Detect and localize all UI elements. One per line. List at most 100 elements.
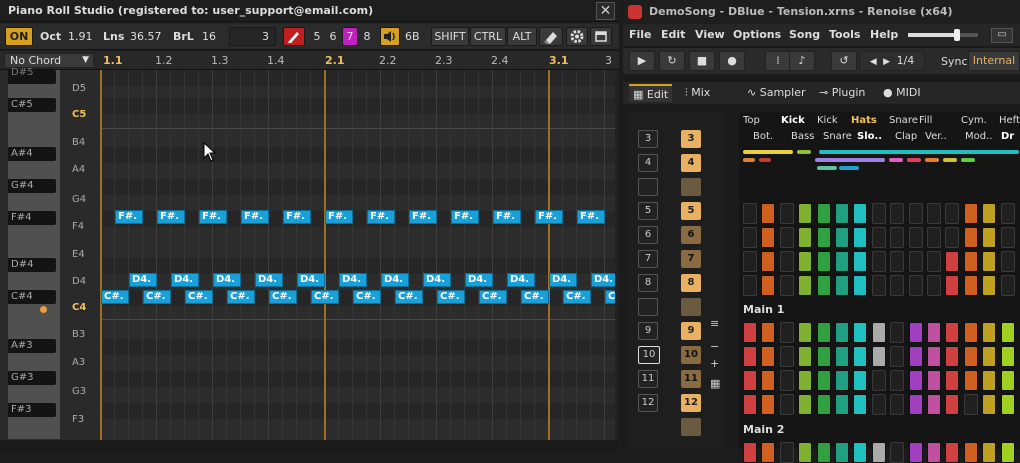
pattern-cell[interactable] bbox=[835, 346, 849, 367]
menu-help[interactable]: Help bbox=[870, 28, 898, 41]
pattern-cell[interactable] bbox=[982, 322, 997, 343]
pattern-cell[interactable] bbox=[945, 203, 960, 224]
note-d4[interactable]: D4. bbox=[423, 273, 451, 287]
pattern-number[interactable]: 10 bbox=[681, 346, 701, 364]
note-d4[interactable]: D4. bbox=[339, 273, 367, 287]
brl-value[interactable]: 16 bbox=[202, 27, 216, 46]
note-cs4[interactable]: C#. bbox=[563, 290, 591, 304]
pattern-cell[interactable] bbox=[761, 203, 776, 224]
pattern-cell[interactable] bbox=[816, 346, 831, 367]
pattern-cell[interactable] bbox=[853, 203, 868, 224]
volume-value[interactable]: 6B bbox=[405, 27, 420, 46]
pattern-cell[interactable] bbox=[816, 394, 831, 415]
pattern-cell[interactable] bbox=[853, 370, 868, 391]
lns-value[interactable]: 36.57 bbox=[130, 27, 162, 46]
on-toggle[interactable]: ON bbox=[5, 27, 33, 46]
pattern-cell[interactable] bbox=[963, 442, 978, 463]
note-fs4[interactable]: F#. bbox=[493, 210, 521, 224]
bar-ruler[interactable]: No Chord ▼ 1.1 1.2 1.3 1.4 2.1 2.2 2.3 2… bbox=[0, 52, 619, 70]
voice-6-button[interactable]: 6 bbox=[326, 27, 340, 46]
plus-icon[interactable]: + bbox=[710, 357, 722, 371]
black-key[interactable]: A#4 bbox=[8, 147, 56, 161]
pattern-cell[interactable] bbox=[927, 203, 941, 224]
pattern-number[interactable]: 12 bbox=[681, 394, 701, 412]
sync-select[interactable]: Internal bbox=[968, 51, 1020, 71]
pattern-cell[interactable] bbox=[890, 442, 905, 463]
pattern-cell[interactable] bbox=[835, 203, 849, 224]
pattern-cell[interactable] bbox=[945, 227, 960, 248]
black-key[interactable]: G#3 bbox=[8, 371, 56, 385]
note-cs4[interactable]: C#. bbox=[437, 290, 465, 304]
note-fs4[interactable]: F#. bbox=[535, 210, 563, 224]
pattern-cell[interactable] bbox=[963, 275, 978, 296]
note-fs4[interactable]: F#. bbox=[451, 210, 479, 224]
track-header[interactable]: Cym. bbox=[961, 115, 987, 126]
pattern-cell[interactable] bbox=[798, 442, 813, 463]
loop-icon[interactable]: ↻ bbox=[659, 51, 685, 71]
eraser-icon[interactable] bbox=[539, 27, 563, 46]
number-field[interactable]: 3 bbox=[229, 27, 276, 46]
pattern-cell[interactable] bbox=[779, 203, 794, 224]
pattern-cell[interactable] bbox=[908, 322, 923, 343]
note-cs4[interactable]: C#. bbox=[521, 290, 549, 304]
pattern-cell[interactable] bbox=[761, 370, 776, 391]
pattern-cell[interactable] bbox=[816, 322, 831, 343]
pattern-cell[interactable] bbox=[890, 370, 905, 391]
pattern-cell[interactable] bbox=[761, 442, 776, 463]
pattern-cell[interactable] bbox=[871, 370, 886, 391]
pattern-number[interactable]: 6 bbox=[681, 226, 701, 244]
pattern-cell[interactable] bbox=[945, 275, 960, 296]
undo-icon[interactable]: ↺ bbox=[831, 51, 857, 71]
pattern-cell[interactable] bbox=[835, 442, 849, 463]
chord-select[interactable]: No Chord ▼ bbox=[4, 53, 94, 68]
pattern-cell[interactable] bbox=[853, 394, 868, 415]
chevron-right-icon[interactable]: ▶ bbox=[883, 57, 890, 67]
pattern-cell[interactable] bbox=[798, 370, 813, 391]
piano-keyboard[interactable]: D#5 C#5 A#4 G#4 F#4 D#4 C#4 A#3 G#3 F#3 … bbox=[0, 67, 100, 440]
pattern-cell[interactable] bbox=[890, 227, 905, 248]
note-cs4[interactable]: C#. bbox=[311, 290, 339, 304]
pattern-cell[interactable] bbox=[779, 394, 794, 415]
track-header[interactable]: Hats bbox=[851, 115, 877, 126]
pattern-cell[interactable] bbox=[982, 370, 997, 391]
oct-value[interactable]: 1.91 bbox=[68, 27, 93, 46]
track-header[interactable]: Kick bbox=[781, 115, 805, 126]
black-key[interactable]: C#4 bbox=[8, 290, 56, 304]
pattern-cell[interactable] bbox=[927, 394, 941, 415]
pattern-cell[interactable] bbox=[871, 275, 886, 296]
pattern-cell[interactable] bbox=[853, 442, 868, 463]
sequence-slot[interactable]: 4 bbox=[638, 154, 658, 172]
note-fs4[interactable]: F#. bbox=[325, 210, 353, 224]
pattern-cell[interactable] bbox=[761, 275, 776, 296]
pattern-cell[interactable] bbox=[798, 203, 813, 224]
pattern-cell[interactable] bbox=[798, 346, 813, 367]
sequence-slot[interactable]: 3 bbox=[638, 130, 658, 148]
pattern-cell[interactable] bbox=[1000, 251, 1015, 272]
pattern-cell[interactable] bbox=[779, 251, 794, 272]
note-cs4[interactable]: C#. bbox=[185, 290, 213, 304]
pattern-cell[interactable] bbox=[779, 322, 794, 343]
pattern-cell[interactable] bbox=[945, 370, 960, 391]
pattern-cell[interactable] bbox=[871, 322, 886, 343]
note-grid[interactable]: F#. F#. F#. F#. F#. F#. F#. F#. F#. F#. F#. F#. D4. D… bbox=[100, 70, 615, 440]
pattern-cell[interactable] bbox=[816, 275, 831, 296]
sequence-slot[interactable]: 10 bbox=[638, 346, 660, 364]
note-fs4[interactable]: F#. bbox=[199, 210, 227, 224]
pattern-cell[interactable] bbox=[963, 370, 978, 391]
pattern-cell[interactable] bbox=[1000, 322, 1015, 343]
track-header[interactable]: Mod.. bbox=[965, 131, 992, 142]
menu-edit[interactable]: Edit bbox=[661, 28, 685, 41]
note-cs4[interactable]: C#. bbox=[353, 290, 381, 304]
note-fs4[interactable]: F#. bbox=[157, 210, 185, 224]
pattern-cell[interactable] bbox=[963, 346, 978, 367]
pattern-cell[interactable] bbox=[835, 275, 849, 296]
gear-icon[interactable] bbox=[566, 27, 588, 46]
pattern-cell[interactable] bbox=[908, 251, 923, 272]
pattern-cell[interactable] bbox=[743, 275, 757, 296]
pattern-cell[interactable] bbox=[1000, 442, 1015, 463]
pattern-number[interactable] bbox=[681, 418, 701, 436]
track-header[interactable]: Kick bbox=[817, 115, 838, 126]
pattern-cell[interactable] bbox=[871, 203, 886, 224]
pattern-cell[interactable] bbox=[798, 322, 813, 343]
pattern-cell[interactable] bbox=[743, 322, 757, 343]
